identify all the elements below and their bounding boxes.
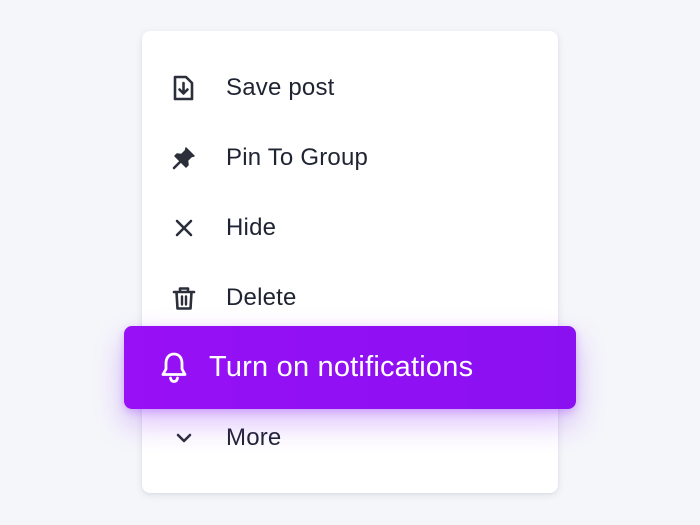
menu-item-label: Turn on notifications [209, 351, 474, 383]
menu-item-label: More [226, 424, 282, 451]
save-download-icon [170, 74, 198, 102]
menu-item-turn-on-notifications[interactable]: Turn on notifications [124, 326, 576, 409]
menu-item-save-post[interactable]: Save post [142, 53, 558, 123]
trash-icon [170, 284, 198, 312]
menu-item-label: Pin To Group [226, 144, 369, 171]
menu-item-delete[interactable]: Delete [142, 263, 558, 333]
bell-icon [158, 350, 190, 386]
menu-item-hide[interactable]: Hide [142, 193, 558, 263]
menu-item-more[interactable]: More [142, 403, 558, 473]
close-icon [170, 214, 198, 242]
chevron-down-icon [170, 424, 198, 452]
stage: Save post Pin To Group Hide Delete More … [0, 0, 700, 525]
menu-item-pin-to-group[interactable]: Pin To Group [142, 123, 558, 193]
menu-item-label: Hide [226, 214, 277, 241]
menu-item-label: Delete [226, 284, 297, 311]
pin-icon [170, 144, 198, 172]
menu-item-label: Save post [226, 74, 335, 101]
